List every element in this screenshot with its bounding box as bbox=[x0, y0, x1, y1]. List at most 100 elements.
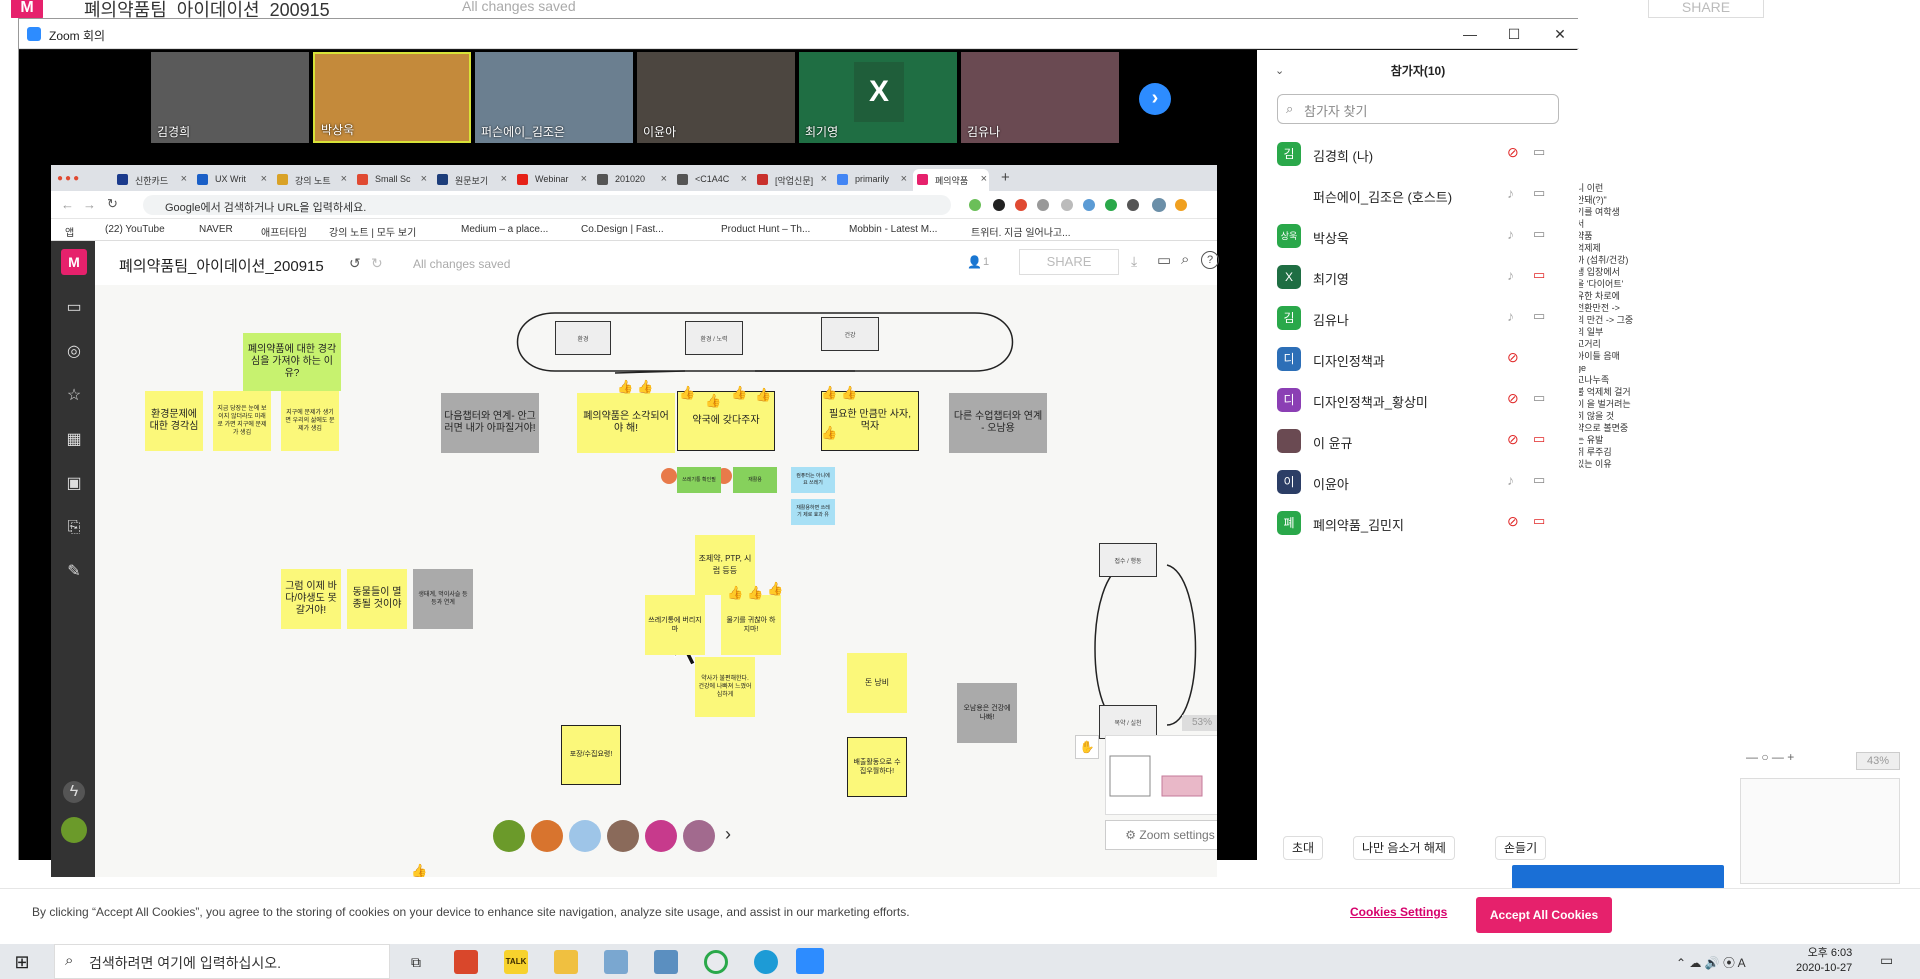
user-count-icon[interactable]: 👤 bbox=[967, 255, 982, 269]
chevron-right-icon[interactable]: › bbox=[725, 824, 731, 845]
unmute-me-button[interactable]: 나만 음소거 해제 bbox=[1353, 836, 1455, 860]
mural-canvas[interactable]: 환경 환경 / 노력 건강 접수 / 행동 복약 / 실천 폐의약품에 대한 경… bbox=[95, 285, 1217, 877]
diagram-box[interactable]: 복약 / 실천 bbox=[1099, 705, 1157, 739]
redo-icon[interactable]: ↻ bbox=[371, 255, 383, 272]
close-tab-icon[interactable]: × bbox=[901, 173, 907, 185]
sticky-note[interactable]: 포장/수집요령! bbox=[561, 725, 621, 785]
sticky-note[interactable]: 다른 수업챕터와 연계 - 오남용 bbox=[949, 393, 1047, 453]
mic-muted-icon[interactable]: ⊘ bbox=[1507, 390, 1519, 407]
close-tab-icon[interactable]: × bbox=[981, 173, 987, 185]
minimap[interactable] bbox=[1105, 735, 1217, 815]
close-tab-icon[interactable]: × bbox=[181, 173, 187, 185]
camera-off-icon[interactable]: ▭ bbox=[1533, 513, 1551, 528]
mic-muted-icon[interactable]: ⊘ bbox=[1507, 349, 1519, 366]
bookmark-item[interactable]: 앱 bbox=[65, 224, 74, 239]
omnibox-input[interactable]: Google에서 검색하거나 URL을 입력하세요. bbox=[143, 195, 951, 215]
accept-cookies-button[interactable]: Accept All Cookies bbox=[1476, 897, 1612, 933]
sticky-note[interactable]: 동물들이 멸종될 것이야 bbox=[347, 569, 407, 629]
sticky-note[interactable]: 조제약, PTP, 시럽 등등 bbox=[695, 535, 755, 595]
close-tab-icon[interactable]: × bbox=[261, 173, 267, 185]
browser-tab[interactable]: [악업신문] × bbox=[753, 169, 829, 191]
system-tray-icons[interactable]: ⌃ ☁ 🔊 ⦿ A bbox=[1676, 954, 1746, 971]
sticky-note[interactable]: 재활용하면 쓰레기 제로 효과 유 bbox=[791, 499, 835, 525]
mic-muted-icon[interactable]: ⊘ bbox=[1507, 431, 1519, 448]
close-tab-icon[interactable]: × bbox=[741, 173, 747, 185]
minimize-button[interactable]: — bbox=[1455, 23, 1485, 45]
collaborator-avatar[interactable] bbox=[683, 820, 715, 852]
maximize-button[interactable]: ☐ bbox=[1499, 23, 1529, 45]
sticky-note[interactable]: 돈 낭비 bbox=[847, 653, 907, 713]
help-icon[interactable]: ? bbox=[1201, 251, 1219, 269]
app-icon[interactable] bbox=[604, 950, 628, 974]
sticky-note[interactable]: 생태계, 먹이사슬 등등과 연계 bbox=[413, 569, 473, 629]
file-icon[interactable]: ⎘ bbox=[63, 517, 85, 539]
collaborator-avatar[interactable] bbox=[569, 820, 601, 852]
bookmark-item[interactable]: (22) YouTube bbox=[105, 224, 165, 235]
bookmark-item[interactable]: Medium – a place... bbox=[461, 224, 548, 235]
participant-video-thumbnail[interactable]: X 최기영 bbox=[799, 52, 957, 143]
camera-off-icon[interactable]: ▭ bbox=[1533, 431, 1551, 446]
bookmark-item[interactable]: Co.Design | Fast... bbox=[581, 224, 664, 235]
zoom-app-icon[interactable] bbox=[796, 948, 824, 974]
sticky-note[interactable]: 배출활동으로 수집우월하다! bbox=[847, 737, 907, 797]
hand-tool-icon[interactable]: ✋ bbox=[1075, 735, 1099, 759]
chrome-icon[interactable] bbox=[704, 950, 728, 974]
browser-tab[interactable]: UX Writ × bbox=[193, 169, 269, 191]
camera-off-icon[interactable]: ▭ bbox=[1533, 267, 1551, 282]
image-icon[interactable]: ▣ bbox=[63, 473, 85, 495]
mural-title[interactable]: 폐의약품팀_아이데이션_200915 bbox=[119, 255, 324, 276]
browser-tab[interactable]: primarily × bbox=[833, 169, 909, 191]
close-tab-icon[interactable]: × bbox=[581, 173, 587, 185]
participant-row[interactable]: 이 윤규 ⊘ ▭ bbox=[1257, 421, 1579, 461]
collaborator-avatar[interactable] bbox=[607, 820, 639, 852]
mic-icon[interactable]: ♪ bbox=[1507, 472, 1514, 488]
sticky-note[interactable]: 환경문제에 대한 경각심 bbox=[145, 391, 203, 451]
forward-icon[interactable]: → bbox=[83, 197, 96, 212]
undo-icon[interactable]: ↺ bbox=[349, 255, 361, 272]
notepad-icon[interactable] bbox=[654, 950, 678, 974]
browser-tab[interactable]: Small Sc × bbox=[353, 169, 429, 191]
participant-search-input[interactable]: ⌕ 참가자 찾기 bbox=[1277, 94, 1559, 124]
windows-start-icon[interactable]: ⊞ bbox=[12, 952, 32, 972]
participant-row[interactable]: 디 디자인정책과 ⊘ bbox=[1257, 339, 1579, 379]
new-tab-button[interactable]: + bbox=[1001, 169, 1010, 186]
sticky-note[interactable]: 그럼 이제 바다/야생도 못갈거야! bbox=[281, 569, 341, 629]
user-avatar[interactable] bbox=[61, 817, 87, 843]
diagram-box[interactable]: 접수 / 행동 bbox=[1099, 543, 1157, 577]
participant-row[interactable]: 폐 폐의약품_김민지 ⊘ ▭ bbox=[1257, 503, 1579, 543]
bookmark-item[interactable]: 강의 노트 | 모두 보기 bbox=[329, 224, 416, 239]
background-blue-button[interactable] bbox=[1512, 865, 1724, 889]
mic-icon[interactable]: ♪ bbox=[1507, 308, 1514, 324]
camera-icon[interactable]: ▭ bbox=[1533, 185, 1551, 200]
browser-extensions[interactable] bbox=[967, 197, 1207, 213]
mural-logo-icon[interactable]: M bbox=[61, 249, 87, 275]
taskbar-search-input[interactable]: ⌕ 검색하려면 여기에 입력하십시오. bbox=[54, 944, 390, 979]
download-icon[interactable]: ⤓ bbox=[1131, 253, 1137, 270]
participant-row[interactable]: 디 디자인정책과_황상미 ⊘ ▭ bbox=[1257, 380, 1579, 420]
background-minimap[interactable] bbox=[1740, 778, 1900, 884]
extension-icons[interactable] bbox=[967, 197, 1207, 213]
participant-row[interactable]: X 최기영 ♪ ▭ bbox=[1257, 257, 1579, 297]
sticky-note[interactable]: 재활용 bbox=[733, 467, 777, 493]
camera-icon[interactable]: ▭ bbox=[1533, 390, 1551, 405]
mural-share-button[interactable]: SHARE bbox=[1019, 249, 1119, 275]
office-icon[interactable] bbox=[454, 950, 478, 974]
bookmark-item[interactable]: 트위터. 지금 일어나고... bbox=[971, 224, 1070, 239]
sticky-note[interactable]: 쓰레기통 확인필 bbox=[677, 467, 721, 493]
diagram-box[interactable]: 건강 bbox=[821, 317, 879, 351]
sticky-note[interactable]: 컴퓨터는 아니에요 쓰레기 bbox=[791, 467, 835, 493]
mic-muted-icon[interactable]: ⊘ bbox=[1507, 513, 1519, 530]
diagram-box[interactable]: 환경 bbox=[555, 321, 611, 355]
star-icon[interactable]: ☆ bbox=[63, 385, 85, 407]
frameworks-icon[interactable]: ▦ bbox=[63, 429, 85, 451]
taskbar-clock[interactable]: 오후 6:03 2020-10-27 bbox=[1796, 946, 1852, 976]
zoom-settings-button[interactable]: ⚙ Zoom settings bbox=[1105, 820, 1217, 850]
sticky-note[interactable]: 지금 당장은 눈에 보이지 않더라도 미래로 가면 지구에 문제가 생김 bbox=[213, 391, 271, 451]
collaborator-avatar[interactable] bbox=[645, 820, 677, 852]
bookmark-item[interactable]: 애프터타임 bbox=[261, 224, 307, 239]
mic-icon[interactable]: ♪ bbox=[1507, 185, 1514, 201]
participant-row[interactable]: 김 김유나 ♪ ▭ bbox=[1257, 298, 1579, 338]
participant-video-thumbnail[interactable]: 김유나 bbox=[961, 52, 1119, 143]
comment-icon[interactable]: ▭ bbox=[1157, 251, 1171, 269]
mic-icon[interactable]: ♪ bbox=[1507, 226, 1514, 242]
